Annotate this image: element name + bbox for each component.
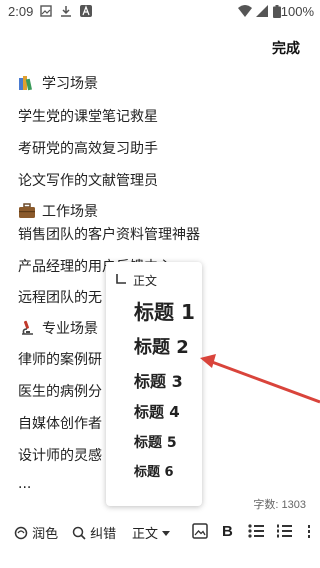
chevron-down-icon: [162, 531, 171, 536]
correct-icon: [72, 526, 86, 540]
annotation-arrow: [200, 354, 320, 404]
svg-text:B: B: [222, 523, 233, 539]
bold-icon[interactable]: B: [222, 523, 234, 539]
correct-label: 纠错: [90, 527, 117, 542]
text-style-label: 正文: [132, 527, 159, 542]
bullet-list-icon[interactable]: [248, 524, 264, 538]
polish-label: 润色: [32, 527, 59, 542]
numbered-list-icon[interactable]: [276, 524, 292, 538]
polish-icon: [14, 526, 28, 540]
polish-button[interactable]: 润色: [14, 523, 58, 542]
more-options-icon[interactable]: [302, 524, 316, 538]
correct-button[interactable]: 纠错: [72, 523, 116, 542]
insert-image-icon[interactable]: [192, 523, 208, 539]
formatting-toolbar: 润色 纠错 正文 B: [0, 517, 320, 547]
text-style-dropdown[interactable]: 正文: [132, 523, 171, 542]
